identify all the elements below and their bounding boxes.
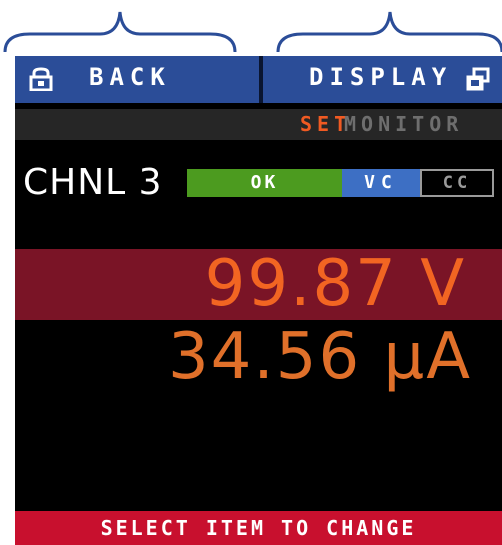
mode-vc-indicator: VC xyxy=(342,169,420,197)
display-button[interactable]: DISPLAY xyxy=(263,56,502,103)
current-setting-row[interactable]: 34.56 µA xyxy=(15,320,502,394)
top-bar: BACK DISPLAY xyxy=(15,56,502,103)
display-label: DISPLAY xyxy=(309,63,453,91)
mode-cc-indicator: CC xyxy=(420,169,494,197)
footer-hint: SELECT ITEM TO CHANGE xyxy=(15,511,502,545)
device-screen: BACK DISPLAY SET MONITOR CHNL 3 OK VC CC… xyxy=(15,56,502,545)
back-label: BACK xyxy=(89,63,171,91)
status-ok-badge: OK xyxy=(187,169,342,197)
back-button[interactable]: BACK xyxy=(15,56,260,103)
current-value: 34.56 µA xyxy=(167,320,472,394)
windows-icon xyxy=(466,67,490,91)
voltage-setting-row[interactable]: 99.87 V xyxy=(15,247,502,321)
voltage-value: 99.87 V xyxy=(204,247,466,321)
channel-label: CHNL 3 xyxy=(23,162,163,203)
left-brace-icon xyxy=(3,11,502,53)
lock-icon xyxy=(29,67,53,91)
tab-monitor[interactable]: MONITOR xyxy=(344,112,463,136)
mode-tabs: SET MONITOR xyxy=(15,109,502,140)
